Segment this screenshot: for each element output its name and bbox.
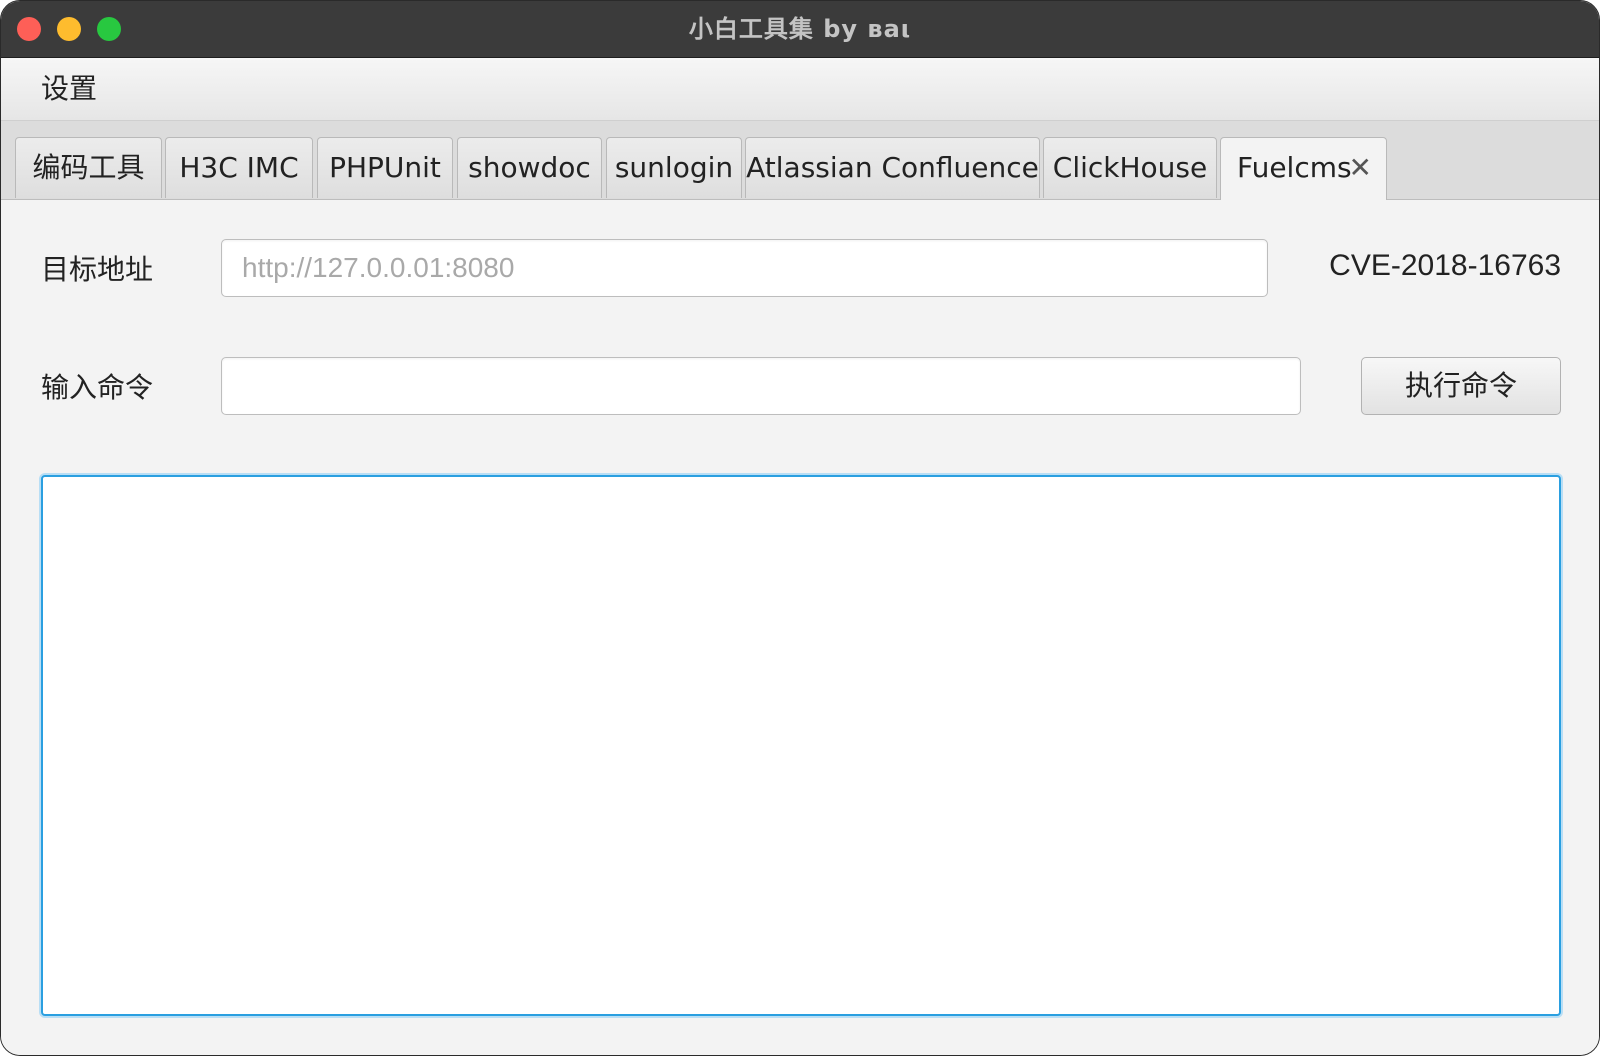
menu-settings[interactable]: 设置 bbox=[41, 58, 97, 120]
cve-id-label: CVE-2018-16763 bbox=[1329, 249, 1561, 282]
tab-sunlogin[interactable]: sunlogin bbox=[606, 137, 742, 198]
target-address-input[interactable] bbox=[221, 239, 1268, 297]
output-textarea[interactable] bbox=[41, 475, 1561, 1016]
execute-command-button[interactable]: 执行命令 bbox=[1361, 357, 1561, 415]
tab-clickhouse[interactable]: ClickHouse bbox=[1043, 137, 1217, 198]
window-title: 小白工具集 by ʙaι bbox=[688, 15, 912, 43]
tab-encoding-tools[interactable]: 编码工具 bbox=[15, 137, 162, 198]
tab-bar: 编码工具 H3C IMC PHPUnit showdoc sunlogin At… bbox=[1, 121, 1599, 200]
command-input[interactable] bbox=[221, 357, 1301, 415]
tab-phpunit[interactable]: PHPUnit bbox=[317, 137, 453, 198]
tab-h3c-imc[interactable]: H3C IMC bbox=[165, 137, 313, 198]
menu-bar: 设置 bbox=[1, 58, 1599, 121]
tab-fuelcms-label: Fuelcms bbox=[1237, 151, 1352, 184]
tab-content-fuelcms: 目标地址 CVE-2018-16763 输入命令 执行命令 bbox=[1, 200, 1599, 1055]
target-address-label: 目标地址 bbox=[41, 253, 154, 286]
tab-showdoc[interactable]: showdoc bbox=[457, 137, 602, 198]
command-label: 输入命令 bbox=[41, 371, 154, 404]
title-bar[interactable]: 小白工具集 by ʙaι bbox=[1, 1, 1599, 58]
tab-atlassian-confluence[interactable]: Atlassian Confluence bbox=[745, 137, 1040, 198]
tab-fuelcms[interactable]: Fuelcms ✕ bbox=[1220, 137, 1387, 200]
close-tab-icon[interactable]: ✕ bbox=[1349, 138, 1372, 198]
app-window: 小白工具集 by ʙaι 设置 编码工具 H3C IMC PHPUnit sho… bbox=[0, 0, 1600, 1056]
